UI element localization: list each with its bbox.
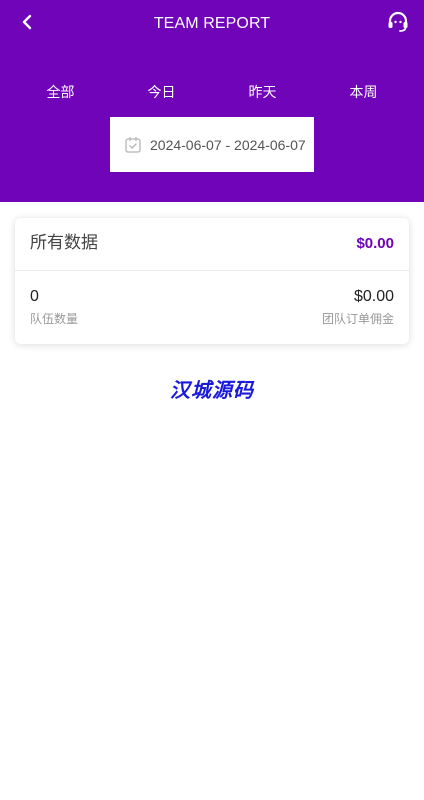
date-range-picker[interactable]: 2024-06-07 - 2024-06-07 [110,117,314,172]
team-count-stat: 0 队伍数量 [30,288,78,326]
summary-card: 所有数据 $0.00 0 队伍数量 $0.00 团队订单佣金 [15,218,409,344]
tab-all[interactable]: 全部 [10,82,111,102]
commission-stat: $0.00 团队订单佣金 [322,288,394,326]
team-count-label: 队伍数量 [30,312,79,326]
tab-this-week[interactable]: 本周 [313,82,414,102]
headset-icon [386,10,410,39]
summary-total: $0.00 [356,235,394,252]
tab-yesterday[interactable]: 昨天 [212,82,313,102]
top-bar: TEAM REPORT [0,0,424,48]
summary-card-header: 所有数据 $0.00 [15,218,409,271]
calendar-check-icon [124,136,142,154]
customer-service-button[interactable] [384,10,412,38]
watermark: 汉城源码 [170,380,254,402]
commission-value: $0.00 [353,288,394,305]
commission-label: 团队订单佣金 [321,312,394,326]
tab-today[interactable]: 今日 [111,82,212,102]
page-title: TEAM REPORT [153,15,271,32]
period-tabs: 全部 今日 昨天 本周 [10,82,414,102]
header: TEAM REPORT 全部 今日 昨天 本周 2024-06-07 - 202… [0,0,424,202]
summary-title: 所有数据 [30,233,98,252]
date-range-text: 2024-06-07 - 2024-06-07 [150,136,306,153]
team-count-value: 0 [30,288,39,305]
